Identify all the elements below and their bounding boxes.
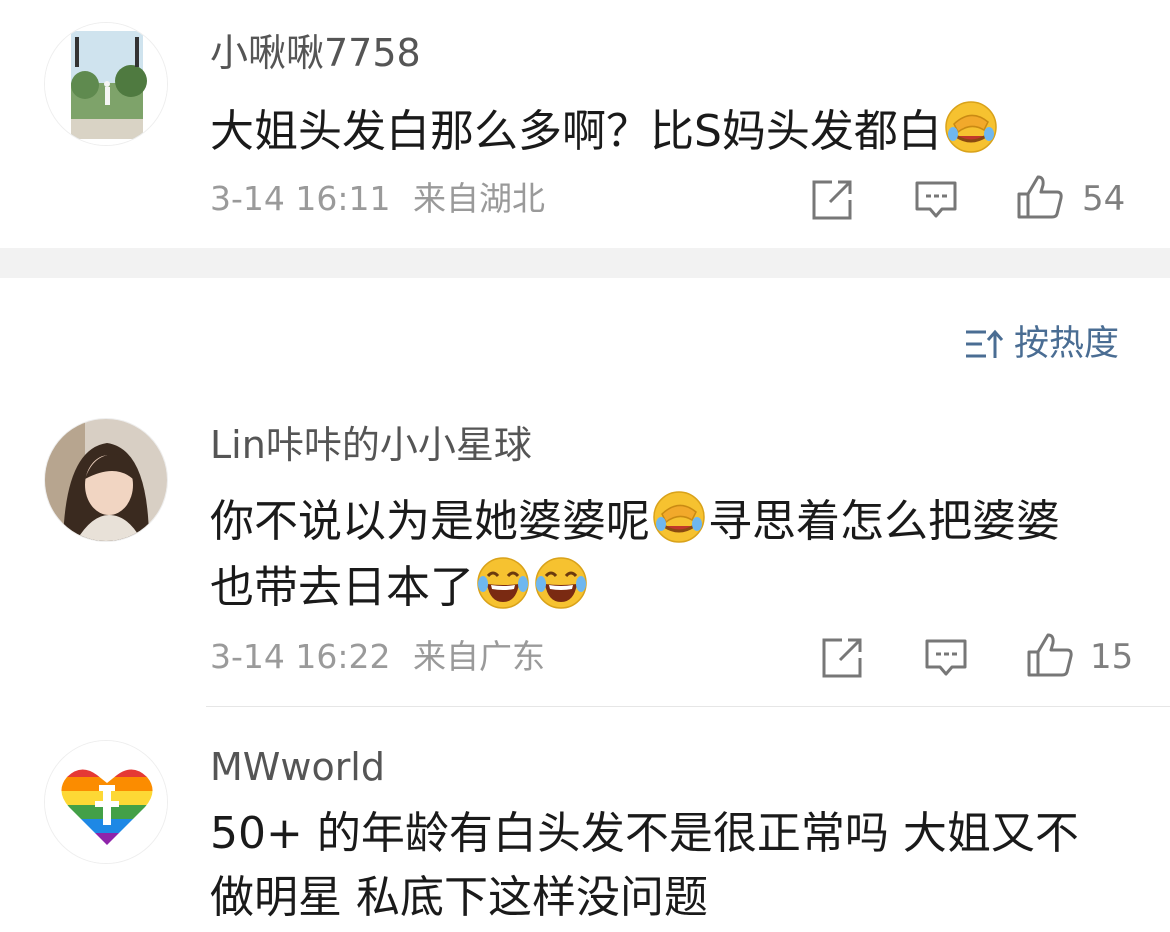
- username[interactable]: Lin咔咔的小小星球: [210, 426, 532, 464]
- comment-text: 你不说以为是她婆婆呢 寻思着怎么把婆婆: [210, 490, 1060, 544]
- comment-location: 来自湖北: [413, 179, 545, 218]
- sort-by-hot-button[interactable]: 按热度: [964, 322, 1119, 366]
- section-separator: [0, 248, 1170, 278]
- username[interactable]: MWworld: [210, 748, 385, 786]
- comment-text: 50+ 的年龄有白头发不是很正常吗 大姐又不: [210, 812, 1079, 856]
- tears-of-joy-emoji-icon: [477, 557, 529, 609]
- username[interactable]: 小啾啾7758: [210, 34, 421, 72]
- comment-text: 做明星 私底下这样没问题: [210, 876, 708, 920]
- comment-time: 3-14 16:22: [210, 637, 391, 676]
- facepalm-laugh-emoji-icon: [653, 491, 705, 543]
- sort-label: 按热度: [1014, 323, 1120, 364]
- comment-text: 也带去日本了: [210, 556, 590, 610]
- comment-time: 3-14 16:11: [210, 179, 391, 218]
- comment-location: 来自广东: [413, 637, 545, 676]
- comment-meta: 3-14 16:11 来自湖北: [210, 182, 545, 215]
- comment-icon[interactable]: [914, 180, 958, 220]
- woman-portrait-avatar-icon: [45, 419, 167, 541]
- comment-text-line: 大姐头发白那么多啊？比S妈头发都白: [210, 106, 942, 157]
- user-avatar[interactable]: [44, 22, 168, 146]
- comment-text-line: 寻思着怎么把婆婆: [708, 496, 1060, 547]
- comment-divider: [206, 706, 1170, 707]
- like-thumb-icon[interactable]: [1016, 174, 1064, 220]
- share-icon[interactable]: [820, 636, 864, 680]
- comment-meta: 3-14 16:22 来自广东: [210, 640, 545, 673]
- facepalm-laugh-emoji-icon: [945, 101, 997, 153]
- tears-of-joy-emoji-icon: [535, 557, 587, 609]
- comment-text-line: 做明星 私底下这样没问题: [210, 872, 708, 923]
- comment-text: 大姐头发白那么多啊？比S妈头发都白: [210, 100, 1000, 154]
- like-count: 54: [1082, 179, 1126, 219]
- user-avatar[interactable]: [44, 740, 168, 864]
- like-thumb-icon[interactable]: [1026, 632, 1074, 678]
- sort-order-icon: [966, 329, 1004, 358]
- comment-text-line: 也带去日本了: [210, 562, 474, 613]
- comment-text-line: 你不说以为是她婆婆呢: [210, 496, 650, 547]
- user-avatar[interactable]: [44, 418, 168, 542]
- rainbow-heart-avatar-icon: [45, 741, 167, 863]
- like-count: 15: [1090, 637, 1134, 677]
- landscape-photo-avatar-icon: [45, 23, 167, 145]
- comment-text-line: 50+ 的年龄有白头发不是很正常吗 大姐又不: [210, 808, 1079, 859]
- comment-icon[interactable]: [924, 638, 968, 678]
- share-icon[interactable]: [810, 178, 854, 222]
